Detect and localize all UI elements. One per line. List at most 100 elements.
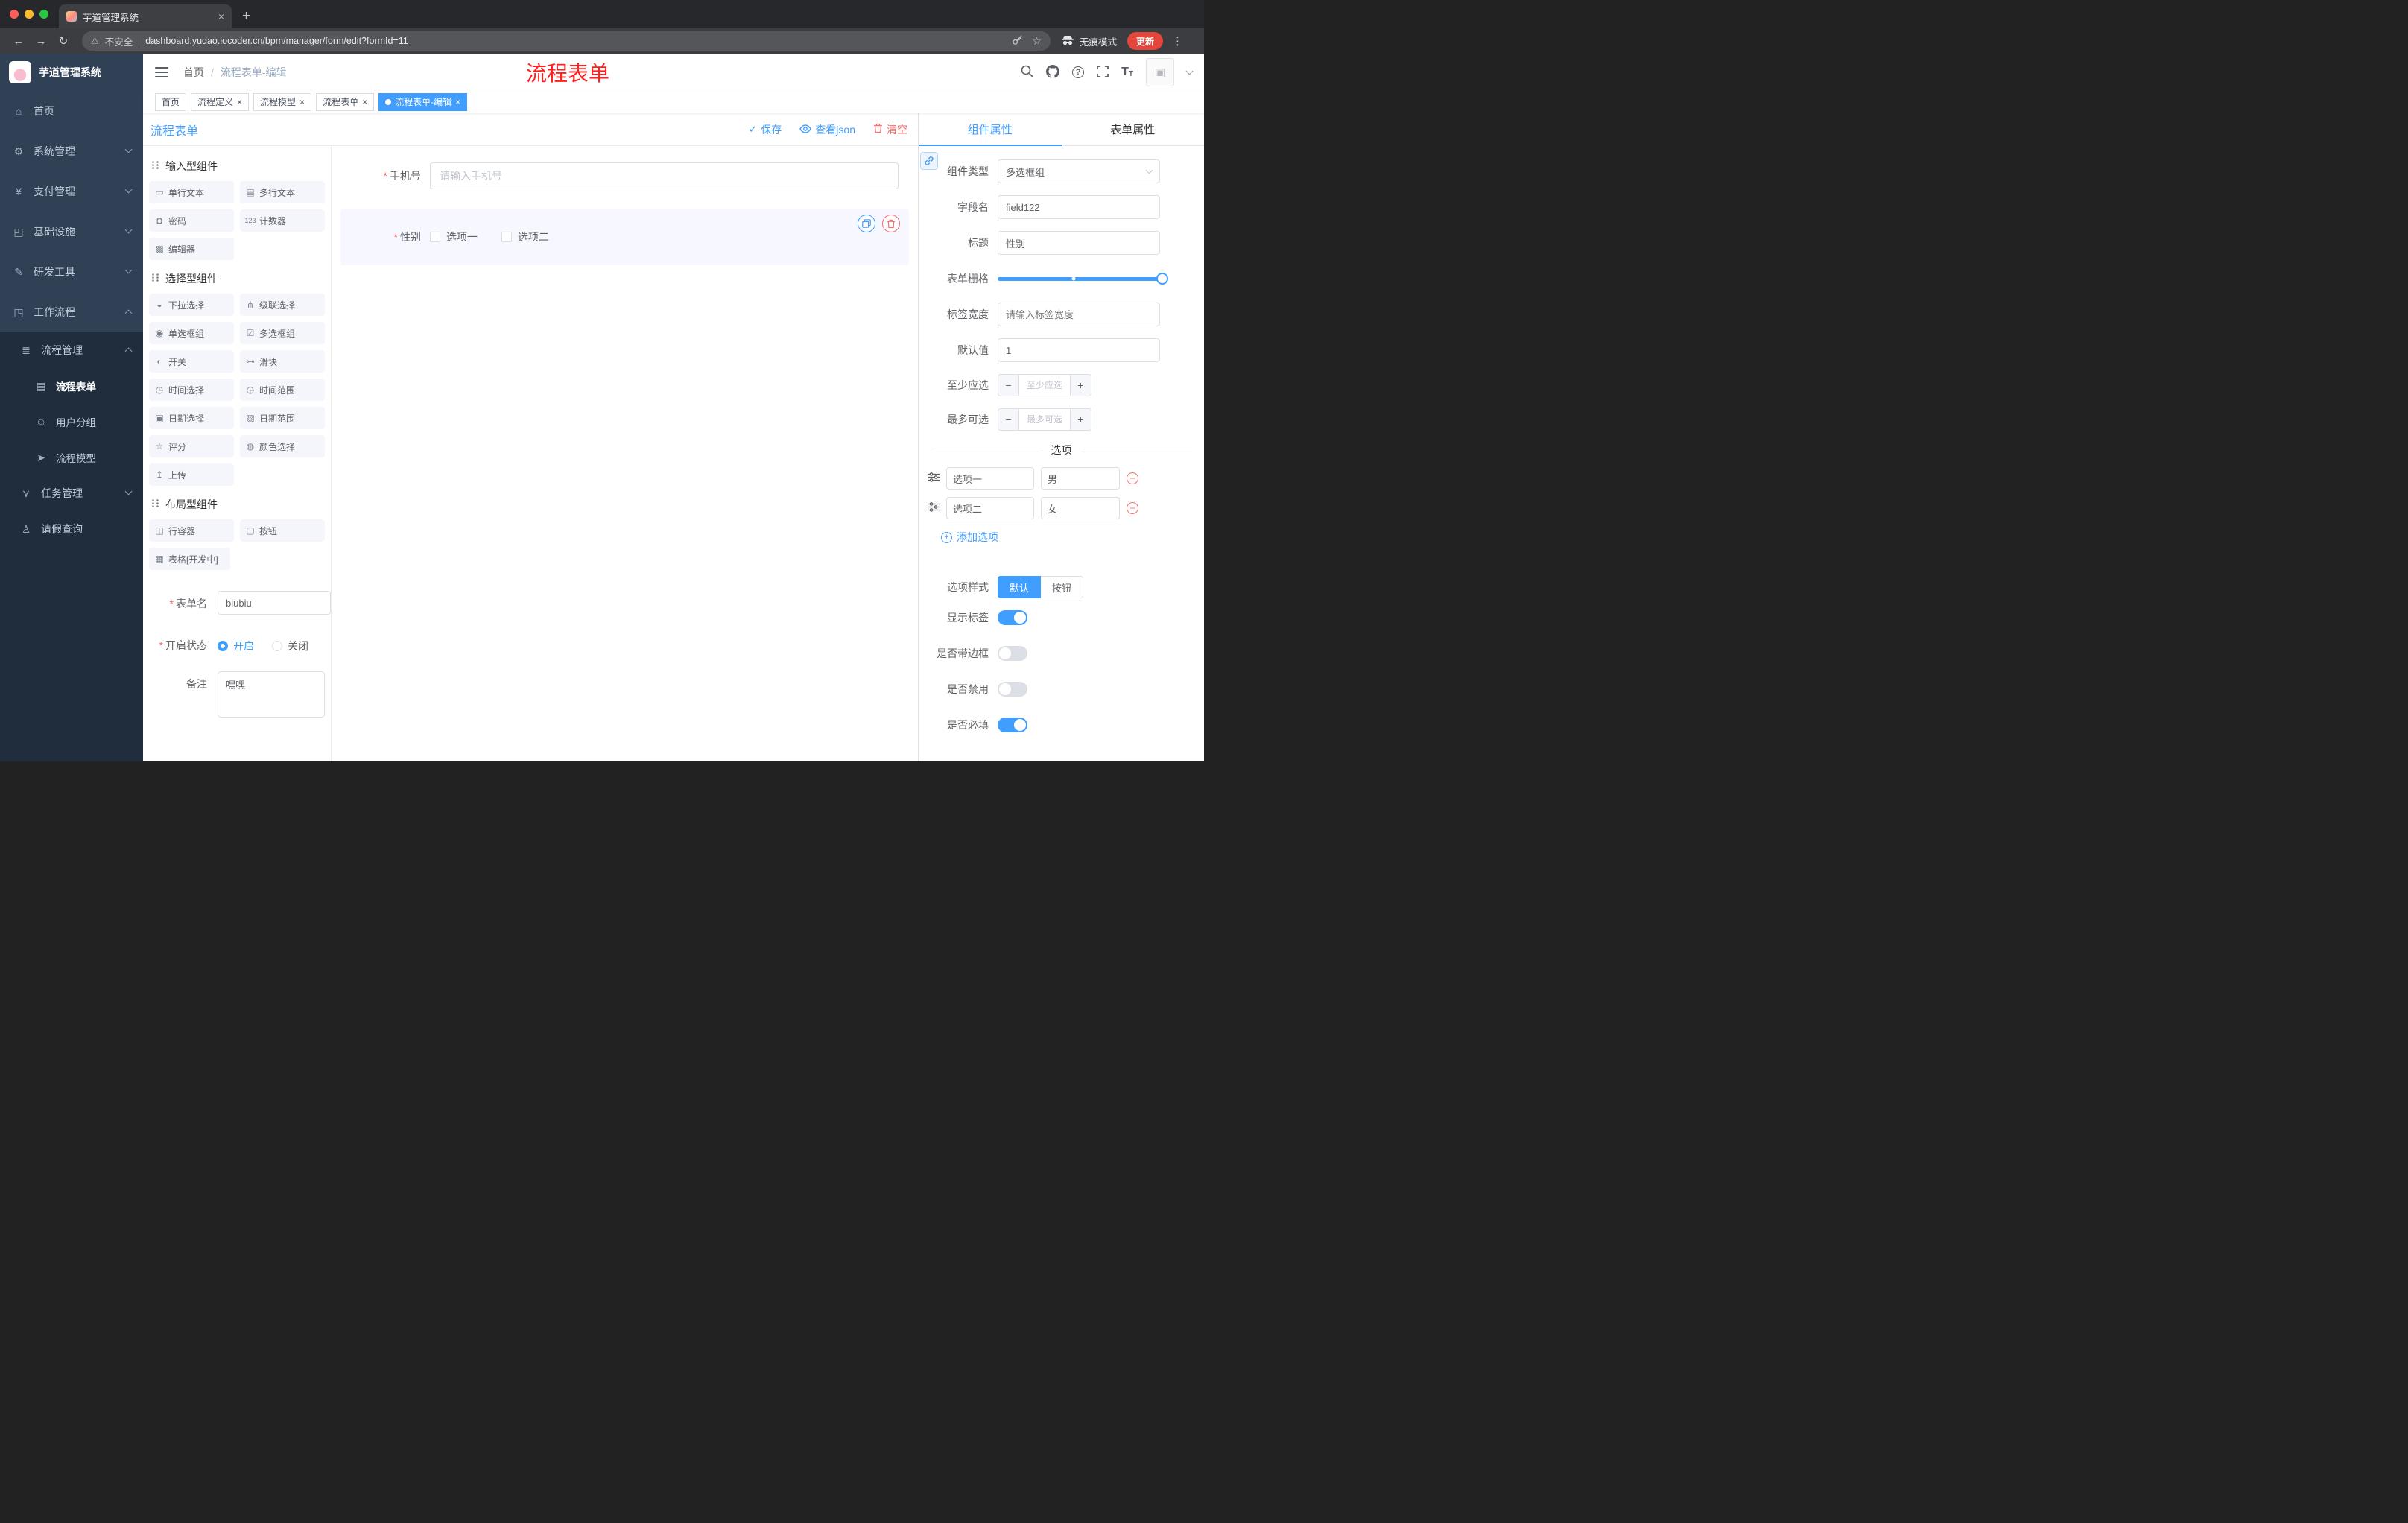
tab-form-props[interactable]: 表单属性 [1062,113,1205,145]
drag-handle-icon[interactable] [928,472,940,484]
sidebar-item-payment[interactable]: ¥ 支付管理 [0,171,143,212]
tag-process-model[interactable]: 流程模型 × [253,92,312,111]
minimize-window-button[interactable] [25,10,34,19]
max-select-input[interactable] [1019,409,1070,430]
add-option-button[interactable]: + 添加选项 [941,530,1204,545]
new-tab-button[interactable]: + [242,9,250,23]
component-counter[interactable]: 123 计数器 [240,209,325,232]
component-time-picker[interactable]: ◷ 时间选择 [149,379,234,401]
fullscreen-icon[interactable] [1097,65,1109,80]
sidebar-item-system[interactable]: ⚙ 系统管理 [0,131,143,171]
min-select-input[interactable] [1019,375,1070,396]
disabled-toggle[interactable] [998,682,1027,697]
tab-close-icon[interactable]: × [218,11,224,22]
component-select[interactable]: ◒ 下拉选择 [149,294,234,316]
form-remark-textarea[interactable]: 嘿嘿 [218,671,325,718]
slider-handle[interactable] [1156,273,1168,285]
sidebar-item-process-form[interactable]: ▤ 流程表单 [0,368,143,404]
browser-menu-icon[interactable]: ⋮ [1172,34,1183,48]
url-text[interactable]: dashboard.yudao.iocoder.cn/bpm/manager/f… [145,36,408,46]
component-color-picker[interactable]: ◍ 颜色选择 [240,435,325,457]
form-name-input[interactable] [218,591,331,615]
component-cascader[interactable]: ⋔ 级联选择 [240,294,325,316]
font-size-icon[interactable]: TT [1121,66,1133,78]
sidebar-item-devtools[interactable]: ✎ 研发工具 [0,252,143,292]
required-toggle[interactable] [998,718,1027,732]
delete-field-button[interactable] [882,215,900,232]
component-type-select[interactable]: 多选框组 [998,159,1160,183]
component-textarea[interactable]: ▤ 多行文本 [240,181,325,203]
component-row-container[interactable]: ◫ 行容器 [149,519,234,542]
plus-button[interactable]: + [1070,375,1091,396]
sidebar-item-workflow[interactable]: ◳ 工作流程 [0,292,143,332]
bookmark-star-icon[interactable]: ☆ [1032,35,1042,48]
component-button[interactable]: ▢ 按钮 [240,519,325,542]
sidebar-item-process-model[interactable]: ➤ 流程模型 [0,440,143,475]
field-name-input[interactable] [998,195,1160,219]
form-field-gender[interactable]: * 性别 选项一 选项二 [340,209,909,265]
address-bar[interactable]: ⚠ 不安全 dashboard.yudao.iocoder.cn/bpm/man… [82,31,1051,51]
radio-status-on[interactable]: 开启 [218,639,254,653]
tag-process-form[interactable]: 流程表单 × [316,92,375,111]
help-icon[interactable]: ? [1072,66,1085,78]
component-table[interactable]: ▦ 表格[开发中] [149,548,230,570]
minus-button[interactable]: − [998,375,1019,396]
close-window-button[interactable] [10,10,19,19]
browser-tab[interactable]: 芋道管理系统 × [59,4,232,28]
forward-icon[interactable]: → [30,36,52,47]
component-text-input[interactable]: ▭ 单行文本 [149,181,234,203]
plus-button[interactable]: + [1070,409,1091,430]
avatar[interactable]: ▣ [1146,58,1174,86]
tag-process-definition[interactable]: 流程定义 × [191,92,250,111]
default-value-input[interactable] [998,338,1160,362]
key-icon[interactable] [1012,34,1023,48]
view-json-button[interactable]: 查看json [799,122,855,137]
save-button[interactable]: ✓ 保存 [749,122,782,137]
checkbox-option-1[interactable]: 选项一 [430,229,478,244]
component-rate[interactable]: ☆ 评分 [149,435,234,457]
clear-button[interactable]: 清空 [873,122,907,137]
radio-status-off[interactable]: 关闭 [272,639,308,653]
github-icon[interactable] [1046,64,1060,80]
option-value-input[interactable] [1041,497,1120,519]
component-slider[interactable]: ⊶ 滑块 [240,350,325,373]
show-label-toggle[interactable] [998,610,1027,625]
sidebar-item-infrastructure[interactable]: ◰ 基础设施 [0,212,143,252]
tag-close-icon[interactable]: × [237,98,242,107]
component-date-range[interactable]: ▨ 日期范围 [240,407,325,429]
tag-close-icon[interactable]: × [300,98,305,107]
drag-handle-icon[interactable] [928,502,940,514]
tag-close-icon[interactable]: × [455,98,460,107]
border-toggle[interactable] [998,646,1027,661]
component-time-range[interactable]: ◶ 时间范围 [240,379,325,401]
remove-option-button[interactable]: − [1127,502,1138,514]
label-width-input[interactable] [998,303,1160,326]
minus-button[interactable]: − [998,409,1019,430]
component-radio-group[interactable]: ◉ 单选框组 [149,322,234,344]
checkbox-icon[interactable] [430,232,440,242]
component-date-picker[interactable]: ▣ 日期选择 [149,407,234,429]
search-icon[interactable] [1021,65,1033,80]
component-password[interactable]: ◘ 密码 [149,209,234,232]
sidebar-item-process-management[interactable]: ≣ 流程管理 [0,332,143,368]
zoom-window-button[interactable] [39,10,48,19]
sidebar-item-task-management[interactable]: ⋎ 任务管理 [0,475,143,511]
sidebar-item-leave-query[interactable]: ♙ 请假查询 [0,511,143,547]
option-label-input[interactable] [946,497,1034,519]
security-label[interactable]: 不安全 [105,34,133,48]
tag-home[interactable]: 首页 [155,92,187,111]
sidebar-item-user-groups[interactable]: ☺ 用户分组 [0,404,143,440]
caret-down-icon[interactable] [1185,67,1194,75]
reload-icon[interactable]: ↻ [52,36,75,47]
component-editor[interactable]: ▩ 编辑器 [149,238,234,260]
hamburger-icon[interactable] [155,66,168,78]
back-icon[interactable]: ← [7,36,30,47]
checkbox-icon[interactable] [501,232,512,242]
form-grid-slider[interactable] [998,267,1168,291]
link-icon[interactable] [920,152,938,170]
tag-close-icon[interactable]: × [362,98,367,107]
breadcrumb-home[interactable]: 首页 [183,65,204,80]
component-upload[interactable]: ↥ 上传 [149,463,234,486]
tag-process-form-edit[interactable]: 流程表单-编辑 × [378,92,468,111]
form-field-phone[interactable]: * 手机号 [340,153,909,198]
